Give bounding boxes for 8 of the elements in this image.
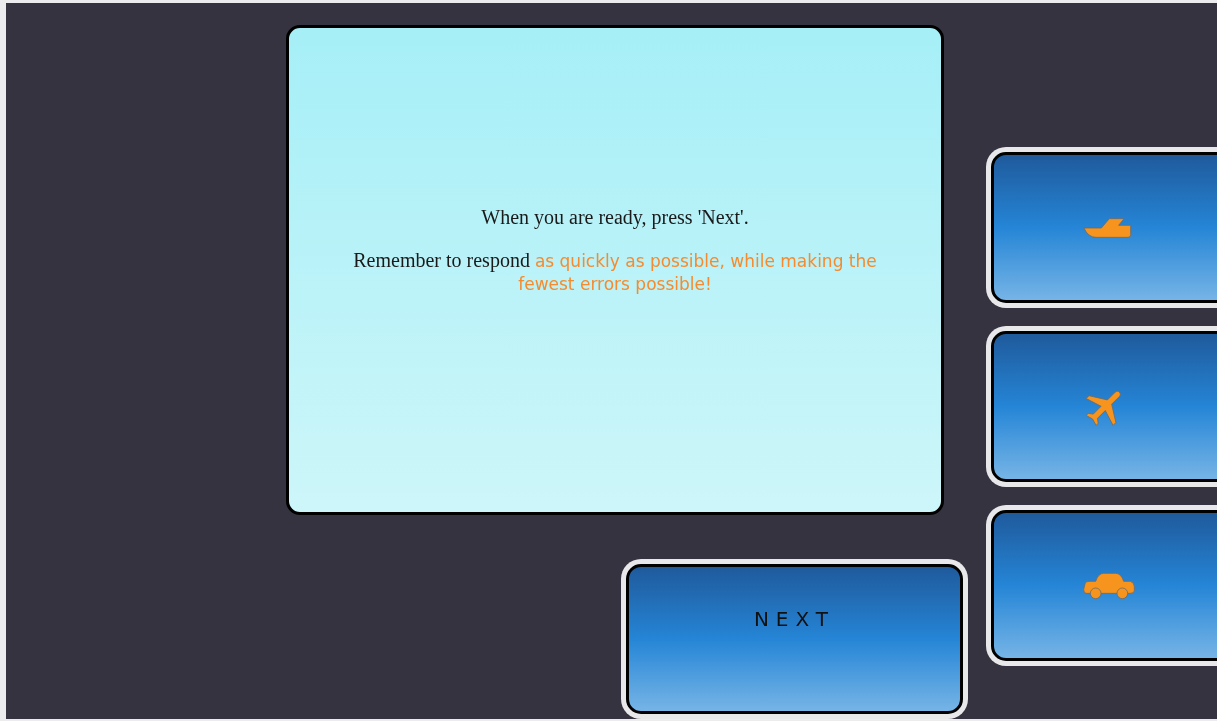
ready-instruction: When you are ready, press 'Next'. — [481, 205, 749, 229]
next-button[interactable]: NEXT — [621, 559, 968, 719]
boat-icon — [1082, 215, 1134, 240]
choice-button[interactable] — [986, 326, 1217, 487]
car-icon — [1082, 571, 1136, 600]
choice-button[interactable] — [986, 147, 1217, 308]
choice-button[interactable] — [986, 505, 1217, 666]
respond-instruction: Remember to respond as quickly as possible, while making the fewest errors possible! — [352, 248, 878, 295]
